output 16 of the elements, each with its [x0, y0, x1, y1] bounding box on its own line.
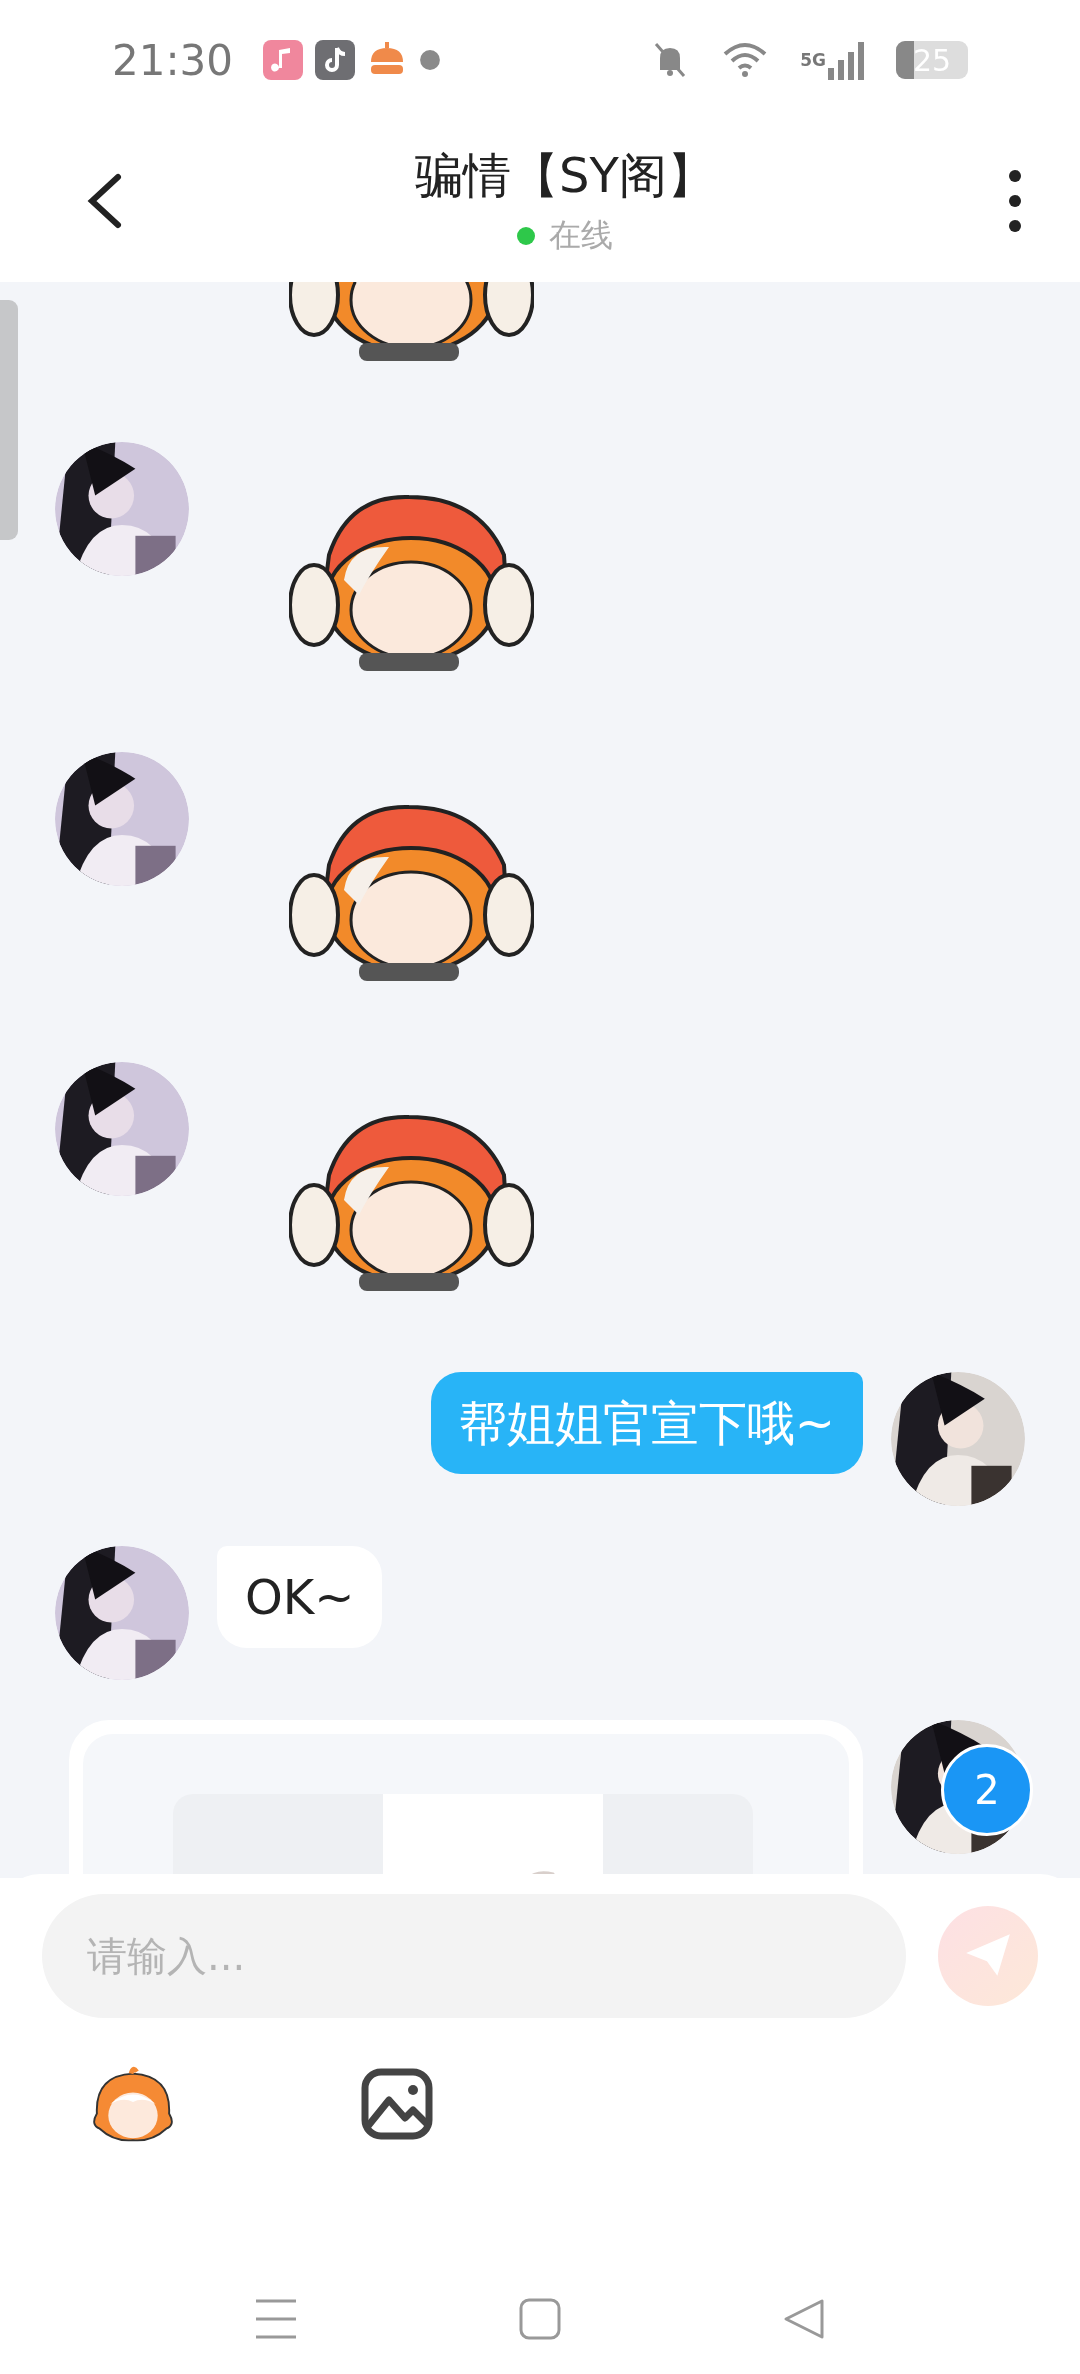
signal-icon: [826, 40, 866, 80]
message-bubble: 帮姐姐官宣下哦~: [430, 1372, 863, 1474]
note-app-icon: [315, 40, 356, 80]
chat-title: 骗情【SY阁】: [415, 146, 715, 205]
music-note-icon: [263, 40, 304, 80]
message-bubble: OK~: [217, 1546, 383, 1648]
image-button[interactable]: [361, 2068, 433, 2143]
network-label: 5G: [800, 50, 826, 70]
status-time: 21:30: [112, 35, 234, 85]
image-icon: [361, 2068, 433, 2140]
square-icon: [518, 2297, 562, 2341]
message-input[interactable]: 请输入...: [42, 1894, 906, 2018]
menu-icon: [254, 2297, 298, 2341]
dot-icon: [419, 49, 442, 71]
triangle-icon: [782, 2297, 826, 2341]
online-status: 在线: [549, 215, 613, 256]
